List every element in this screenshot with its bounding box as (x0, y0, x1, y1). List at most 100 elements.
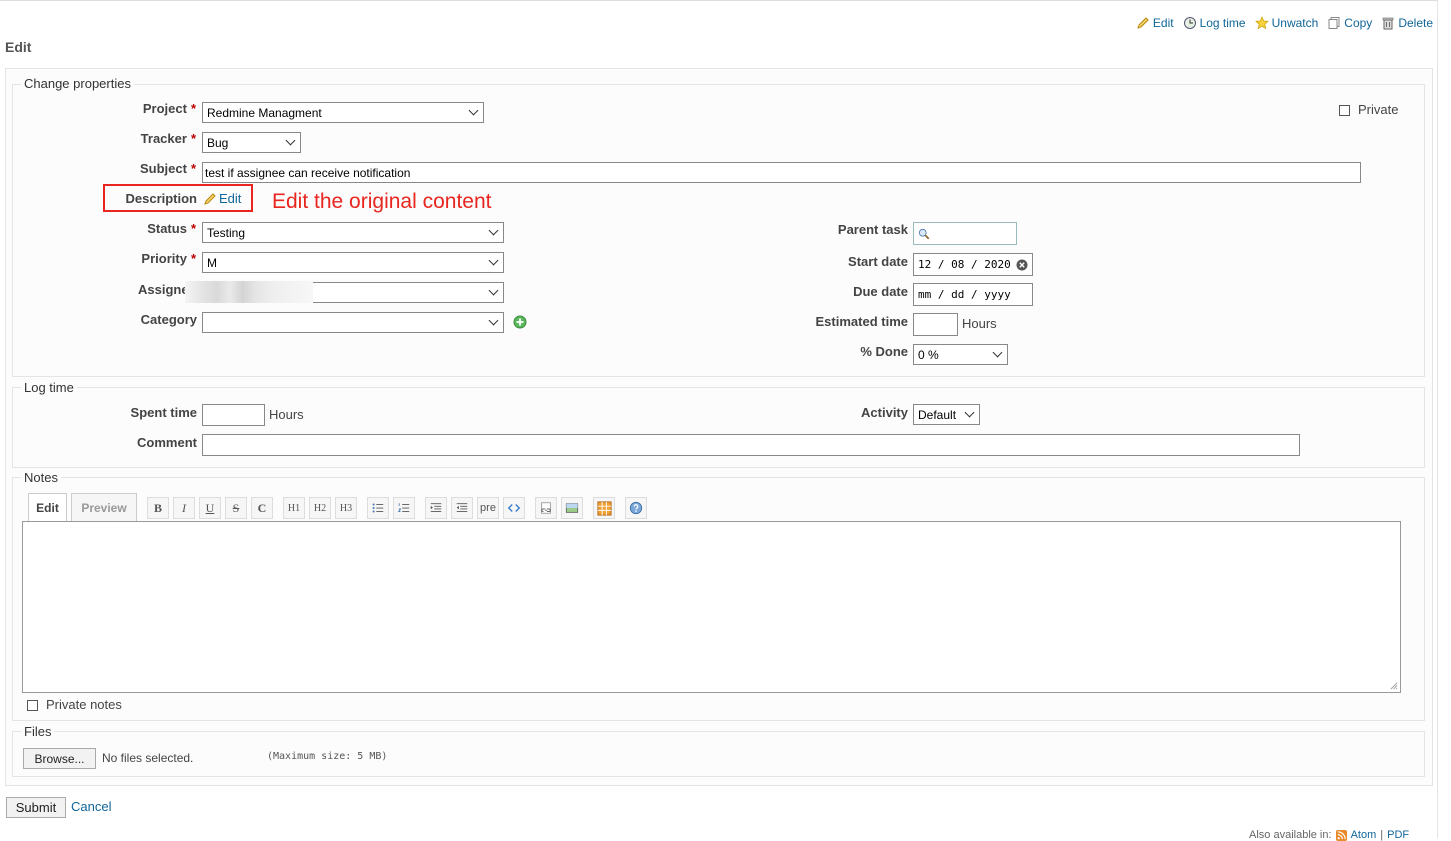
outdent-icon (456, 503, 468, 512)
tab-preview[interactable]: Preview (71, 493, 137, 521)
inline-code-button[interactable]: C (251, 497, 273, 519)
clear-date-icon[interactable] (1016, 259, 1028, 271)
files-fieldset (12, 731, 1425, 777)
blurred-assignee-name (185, 281, 313, 303)
description-label: Description (125, 191, 197, 206)
status-select[interactable]: Testing (202, 222, 504, 243)
max-size-text: (Maximum size: 5 MB) (267, 751, 388, 762)
star-icon (1254, 16, 1269, 30)
start-date-input[interactable]: 12 / 08 / 2020 (913, 253, 1033, 276)
h3-button[interactable]: H3 (335, 497, 357, 519)
priority-label: Priority * (141, 251, 196, 266)
status-label: Status * (147, 221, 196, 236)
description-edit[interactable]: Edit (203, 191, 241, 206)
code-highlight-button[interactable] (503, 497, 525, 519)
pdf-link[interactable]: PDF (1387, 829, 1409, 841)
estimated-time-input[interactable] (913, 313, 958, 336)
project-select[interactable]: Redmine Managment (202, 102, 484, 123)
chevron-down-icon (964, 407, 975, 418)
clock-icon (1183, 17, 1196, 29)
submit-button[interactable]: Submit (6, 797, 66, 818)
ordered-list-button[interactable] (393, 497, 415, 519)
unwatch-action[interactable]: Unwatch (1254, 16, 1319, 30)
private-notes-checkbox[interactable] (27, 700, 38, 711)
activity-label: Activity (861, 405, 908, 420)
copy-icon (1328, 17, 1340, 29)
category-select[interactable] (202, 312, 504, 333)
also-available-label: Also available in: (1249, 829, 1332, 841)
done-select[interactable]: 0 % (913, 344, 1008, 365)
log-time-link[interactable]: Log time (1200, 16, 1246, 30)
files-legend: Files (21, 724, 55, 739)
atom-link[interactable]: Atom (1351, 829, 1377, 841)
subject-input[interactable]: test if assignee can receive notificatio… (202, 162, 1361, 183)
underline-button[interactable]: U (199, 497, 221, 519)
h1-button[interactable]: H1 (283, 497, 305, 519)
parent-task-label: Parent task (837, 222, 908, 237)
bullet-list-icon (372, 503, 384, 513)
required-mark: * (190, 131, 196, 146)
spent-hours-label: Hours (269, 407, 304, 422)
code-icon (507, 504, 521, 512)
start-date-label: Start date (848, 254, 908, 269)
required-mark: * (190, 251, 196, 266)
trash-icon (1383, 17, 1394, 30)
browse-button[interactable]: Browse... (23, 748, 96, 769)
contextual-toolbar: Edit Log time Unwatch Copy Delete (1136, 16, 1433, 30)
delete-action[interactable]: Delete (1381, 16, 1433, 30)
pencil-icon (1137, 17, 1149, 29)
tab-edit[interactable]: Edit (28, 493, 67, 521)
strike-button[interactable]: S (225, 497, 247, 519)
log-time-legend: Log time (21, 380, 77, 395)
activity-select[interactable]: Default (913, 404, 980, 425)
unquote-button[interactable] (451, 497, 473, 519)
due-date-input[interactable]: mm / dd / yyyy (913, 283, 1033, 306)
spent-time-label: Spent time (130, 405, 197, 420)
image-button[interactable] (561, 497, 583, 519)
quote-button[interactable] (425, 497, 447, 519)
annotation-text: Edit the original content (272, 190, 492, 213)
parent-task-input[interactable] (913, 222, 1017, 245)
description-edit-link[interactable]: Edit (219, 191, 241, 206)
priority-select[interactable]: M (202, 252, 504, 273)
required-mark: * (190, 221, 196, 236)
help-icon (629, 501, 643, 515)
unwatch-link[interactable]: Unwatch (1272, 16, 1319, 30)
done-label: % Done (860, 344, 908, 359)
image-icon (565, 503, 579, 513)
edit-link[interactable]: Edit (1153, 16, 1174, 30)
private-label: Private (1358, 102, 1399, 117)
subject-label: Subject * (139, 161, 196, 176)
project-label: Project * (142, 101, 196, 116)
comment-input[interactable] (202, 434, 1300, 456)
right-border (1437, 0, 1438, 838)
tracker-select[interactable]: Bug (202, 132, 301, 153)
link-button[interactable] (535, 497, 557, 519)
pencil-icon (204, 192, 216, 205)
h2-button[interactable]: H2 (309, 497, 331, 519)
resize-handle-icon[interactable] (1389, 681, 1398, 690)
search-icon (918, 228, 930, 239)
chevron-down-icon (285, 135, 296, 146)
help-button[interactable] (625, 497, 647, 519)
delete-link[interactable]: Delete (1398, 16, 1433, 30)
spent-time-input[interactable] (202, 404, 265, 426)
bold-button[interactable]: B (147, 497, 169, 519)
log-time-action[interactable]: Log time (1183, 16, 1246, 30)
copy-link[interactable]: Copy (1344, 16, 1372, 30)
private-checkbox[interactable] (1339, 105, 1350, 116)
unordered-list-button[interactable] (367, 497, 389, 519)
no-files-text: No files selected. (102, 751, 194, 765)
pre-button[interactable]: pre (477, 497, 499, 519)
cancel-link[interactable]: Cancel (71, 799, 111, 814)
also-available-footer: Also available in: Atom | PDF (1249, 829, 1409, 841)
required-mark: * (190, 161, 196, 176)
notes-textarea[interactable] (22, 521, 1401, 693)
required-mark: * (190, 101, 196, 116)
edit-action[interactable]: Edit (1136, 16, 1174, 30)
table-button[interactable] (593, 497, 615, 519)
copy-action[interactable]: Copy (1327, 16, 1372, 30)
change-properties-legend: Change properties (21, 76, 134, 91)
italic-button[interactable]: I (173, 497, 195, 519)
add-category-icon[interactable] (513, 315, 527, 329)
